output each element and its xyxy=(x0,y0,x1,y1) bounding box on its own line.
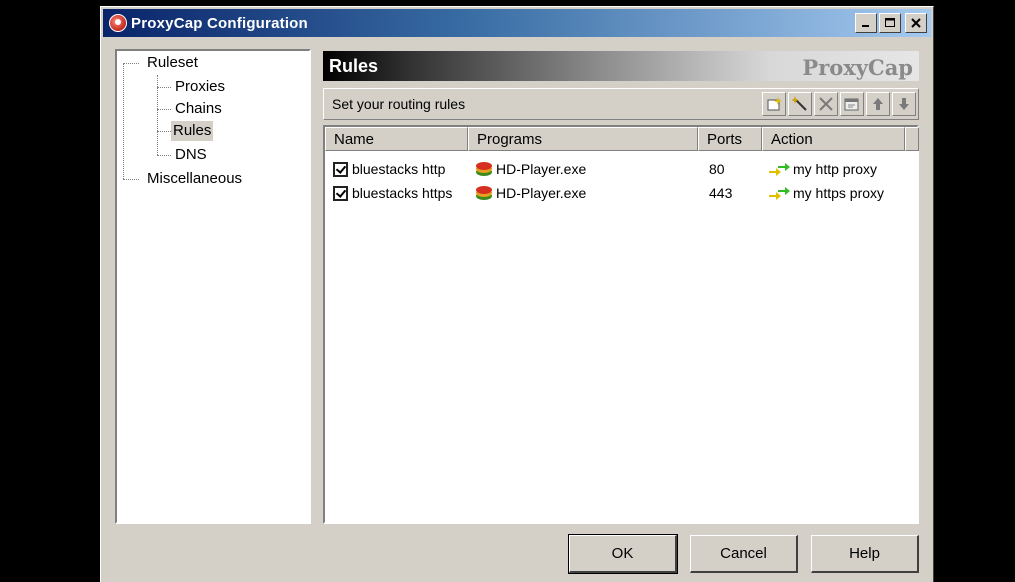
program-cell: HD-Player.exe xyxy=(475,161,586,177)
panel-title: Rules xyxy=(329,56,379,76)
tree-item-miscellaneous[interactable]: Miscellaneous xyxy=(145,169,244,189)
title-bar[interactable]: ProxyCap Configuration xyxy=(103,9,931,37)
window-title: ProxyCap Configuration xyxy=(131,14,308,32)
tree-item-proxies[interactable]: Proxies xyxy=(173,77,227,97)
bluestacks-program-icon xyxy=(476,162,492,176)
ports-value: 80 xyxy=(709,161,725,177)
properties-icon xyxy=(844,98,859,111)
program-cell: HD-Player.exe xyxy=(475,185,586,201)
bluestacks-program-icon xyxy=(476,186,492,200)
column-header-programs[interactable]: Programs xyxy=(468,127,698,151)
action-cell: my http proxy xyxy=(768,161,877,177)
ports-cell: 80 xyxy=(709,161,725,177)
tree-item-chains[interactable]: Chains xyxy=(173,99,224,119)
proxy-redirect-icon xyxy=(769,187,790,200)
minimize-icon xyxy=(862,25,869,27)
ok-button[interactable]: OK xyxy=(568,534,678,574)
maximize-icon xyxy=(885,18,895,27)
rules-toolbar: Set your routing rules xyxy=(323,88,919,120)
settings-tree: Ruleset Proxies Chains Rules DNS Miscell… xyxy=(115,49,311,524)
new-rule-icon xyxy=(767,97,782,111)
proxycap-window: ProxyCap Configuration Ruleset Proxies C… xyxy=(100,6,934,582)
close-icon xyxy=(911,18,921,28)
tree-connector xyxy=(123,63,139,64)
close-button[interactable] xyxy=(905,13,927,33)
move-down-button[interactable] xyxy=(892,92,916,116)
tree-connector xyxy=(157,155,171,156)
action-value: my http proxy xyxy=(793,161,878,177)
move-up-icon xyxy=(873,98,883,110)
column-header-ports[interactable]: Ports xyxy=(698,127,762,151)
window-controls xyxy=(855,13,927,33)
rules-list: Name Programs Ports Action bluestacks ht… xyxy=(323,125,919,524)
program-name: HD-Player.exe xyxy=(496,161,587,177)
new-rule-button[interactable] xyxy=(762,92,786,116)
tree-item-rules[interactable]: Rules xyxy=(171,121,214,141)
action-cell: my https proxy xyxy=(768,185,884,201)
maximize-button[interactable] xyxy=(879,13,901,33)
table-row[interactable]: bluestacks https HD-Player.exe 443 my ht… xyxy=(325,182,917,206)
table-row[interactable]: bluestacks http HD-Player.exe 80 my http… xyxy=(325,158,917,182)
rule-name: bluestacks https xyxy=(352,185,453,201)
delete-rule-button[interactable] xyxy=(814,92,838,116)
name-cell: bluestacks https xyxy=(333,185,452,201)
help-button[interactable]: Help xyxy=(811,535,919,573)
wand-icon xyxy=(792,96,807,111)
tree-connector xyxy=(157,109,171,110)
rule-enabled-checkbox[interactable] xyxy=(333,185,348,201)
move-down-icon xyxy=(899,98,909,110)
delete-icon xyxy=(819,97,833,111)
panel-header: Rules ProxyCap xyxy=(323,51,919,81)
name-cell: bluestacks http xyxy=(333,161,445,177)
tree-connector xyxy=(123,179,139,180)
brand-logo-text: ProxyCap xyxy=(802,55,913,80)
proxycap-app-icon xyxy=(109,14,127,32)
column-header-filler xyxy=(905,127,919,151)
move-up-button[interactable] xyxy=(866,92,890,116)
proxy-redirect-icon xyxy=(769,163,790,176)
column-header-action[interactable]: Action xyxy=(762,127,905,151)
rule-enabled-checkbox[interactable] xyxy=(333,161,348,177)
cancel-button[interactable]: Cancel xyxy=(690,535,798,573)
tree-connector xyxy=(157,87,171,88)
tree-connector xyxy=(123,63,124,179)
tree-item-dns[interactable]: DNS xyxy=(173,145,209,165)
tree-connector xyxy=(157,131,171,132)
ports-cell: 443 xyxy=(709,185,732,201)
list-header: Name Programs Ports Action xyxy=(325,127,919,151)
toolbar-buttons xyxy=(762,92,916,116)
wand-button[interactable] xyxy=(788,92,812,116)
tree-item-ruleset[interactable]: Ruleset xyxy=(145,53,200,73)
column-header-name[interactable]: Name xyxy=(325,127,468,151)
ports-value: 443 xyxy=(709,185,733,201)
rule-name: bluestacks http xyxy=(352,161,446,177)
program-name: HD-Player.exe xyxy=(496,185,587,201)
action-value: my https proxy xyxy=(793,185,885,201)
minimize-button[interactable] xyxy=(855,13,877,33)
properties-button[interactable] xyxy=(840,92,864,116)
toolbar-label: Set your routing rules xyxy=(332,96,466,112)
